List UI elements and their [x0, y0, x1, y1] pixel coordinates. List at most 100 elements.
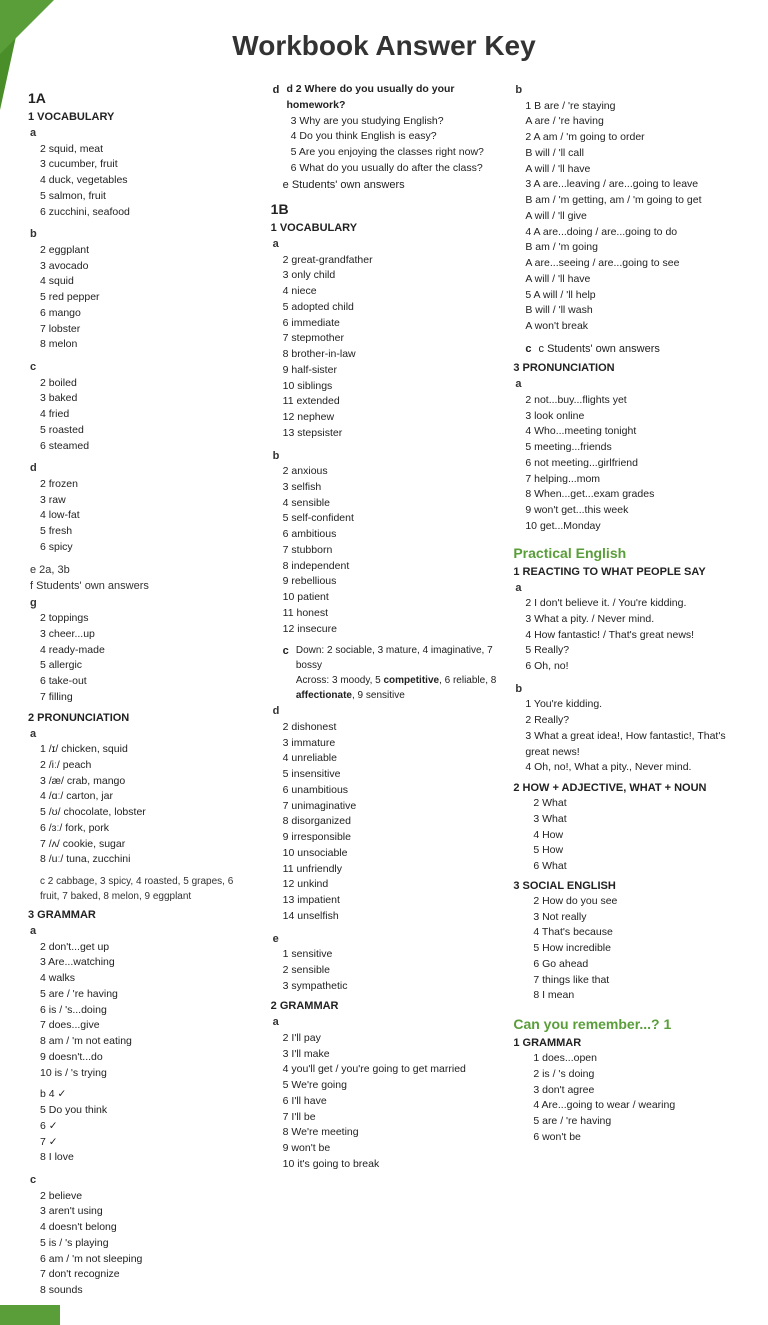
list-item: 6 What	[523, 859, 740, 875]
list-item: 2 sensible	[281, 963, 498, 979]
col2-grammar-a-list: 2 I'll pay3 I'll make4 you'll get / you'…	[271, 1031, 498, 1173]
list-item: 5 is / 's playing	[38, 1236, 255, 1252]
vocab-1b-c: c Down: 2 sociable, 3 mature, 4 imaginat…	[281, 643, 498, 703]
list-item: a	[513, 376, 740, 393]
list-item: 6 ambitious	[281, 527, 498, 543]
list-item: 5 are / 're having	[523, 1114, 740, 1130]
list-item: 3 A are...leaving / are...going to leave	[523, 177, 740, 193]
vocab-e: e 2a, 3b	[28, 562, 255, 579]
list-item: 6 unambitious	[281, 783, 498, 799]
list-item: A are / 're having	[523, 114, 740, 130]
list-item: 2 believe	[38, 1189, 255, 1205]
reacting-b-list: 1 You're kidding.2 Really?3 What a great…	[513, 697, 740, 776]
list-item: 12 nephew	[281, 410, 498, 426]
list-item: c	[28, 1172, 255, 1189]
list-item: 5 adopted child	[281, 300, 498, 316]
list-item: a	[271, 1014, 498, 1031]
list-item: 10 get...Monday	[523, 519, 740, 535]
list-item: 7 /ʌ/ cookie, sugar	[38, 837, 255, 853]
list-item: 2 is / 's doing	[523, 1067, 740, 1083]
list-item: 1 You're kidding.	[523, 697, 740, 713]
list-item: 14 unselfish	[281, 909, 498, 925]
list-item: b	[513, 681, 740, 698]
list-item: B am / 'm going	[523, 240, 740, 256]
list-item: 6 What do you usually do after the class…	[281, 161, 498, 177]
list-item: 5 meeting...friends	[523, 440, 740, 456]
list-item: 7 things like that	[523, 973, 740, 989]
column-2: d d 2 Where do you usually do your homew…	[263, 82, 506, 1305]
section-1a-header: 1A	[28, 90, 255, 106]
list-item: a	[28, 726, 255, 743]
list-item: 8 disorganized	[281, 814, 498, 830]
list-item: 4 Oh, no!, What a pity., Never mind.	[523, 760, 740, 776]
pronun-col3-a: a 2 not...buy...flights yet3 look online…	[513, 376, 740, 534]
list-item: 2 eggplant	[38, 243, 255, 259]
list-item: 4 Are...going to wear / wearing	[523, 1098, 740, 1114]
col2-d-header: d d 2 Where do you usually do your homew…	[271, 82, 498, 114]
list-item: 3 only child	[281, 268, 498, 284]
practical-english-header: Practical English	[513, 545, 740, 561]
list-item: 4 sensible	[281, 496, 498, 512]
list-item: 4 That's because	[523, 925, 740, 941]
list-item: 4 low-fat	[38, 508, 255, 524]
list-item: 11 unfriendly	[281, 862, 498, 878]
how-list: 2 What3 What4 How5 How6 What	[513, 796, 740, 875]
list-item: 7 stepmother	[281, 331, 498, 347]
list-item: B will / 'll wash	[523, 303, 740, 319]
reacting-header: 1 REACTING TO WHAT PEOPLE SAY	[513, 566, 740, 578]
list-item: 5 Do you think	[38, 1103, 255, 1119]
reacting-b: b 1 You're kidding.2 Really?3 What a gre…	[513, 681, 740, 776]
pronun-a-list: 1 /ɪ/ chicken, squid2 /iː/ peach3 /æ/ cr…	[28, 742, 255, 868]
vocab-1b-d: d 2 dishonest3 immature4 unreliable5 ins…	[271, 703, 498, 924]
list-item: b	[271, 448, 498, 465]
col2-vocab-b-list: 2 anxious3 selfish4 sensible5 self-confi…	[271, 464, 498, 637]
list-item: 2 boiled	[38, 376, 255, 392]
vocab-1b-b: b 2 anxious3 selfish4 sensible5 self-con…	[271, 448, 498, 638]
list-item: 1 does...open	[523, 1051, 740, 1067]
list-item: 3 I'll make	[281, 1047, 498, 1063]
grammar-1a-a: a 2 don't...get up3 Are...watching4 walk…	[28, 923, 255, 1081]
list-item: 6 take-out	[38, 674, 255, 690]
list-item: 9 doesn't...do	[38, 1050, 255, 1066]
col2-vocab-a-list: 2 great-grandfather3 only child4 niece5 …	[271, 253, 498, 442]
list-item: 4 fried	[38, 407, 255, 423]
list-item: 5 A will / 'll help	[523, 288, 740, 304]
list-item: 6 am / 'm not sleeping	[38, 1252, 255, 1268]
list-item: 5 insensitive	[281, 767, 498, 783]
list-item: 3 What	[523, 812, 740, 828]
list-item: 8 sounds	[38, 1283, 255, 1299]
list-item: 3 immature	[281, 736, 498, 752]
list-item: 2 Really?	[523, 713, 740, 729]
list-item: b 4 ✓	[38, 1087, 255, 1103]
list-item: 6 steamed	[38, 439, 255, 455]
list-item: 3 cheer...up	[38, 627, 255, 643]
col3-grammar-b-list: 1 B are / 're stayingA are / 're having2…	[513, 99, 740, 335]
list-item: 10 it's going to break	[281, 1157, 498, 1173]
list-item: 2 dishonest	[281, 720, 498, 736]
list-item: 7 does...give	[38, 1018, 255, 1034]
list-item: c	[28, 359, 255, 376]
list-item: 4 A are...doing / are...going to do	[523, 225, 740, 241]
list-item: 3 /æ/ crab, mango	[38, 774, 255, 790]
list-item: 3 What a great idea!, How fantastic!, Th…	[523, 729, 740, 761]
list-item: A will / 'll have	[523, 162, 740, 178]
list-item: 8 I love	[38, 1150, 255, 1166]
col2-vocab-e-list: 1 sensitive2 sensible3 sympathetic	[271, 947, 498, 994]
list-item: A won't break	[523, 319, 740, 335]
list-item: 5 How	[523, 843, 740, 859]
list-item: 7 lobster	[38, 322, 255, 338]
list-item: 3 don't agree	[523, 1083, 740, 1099]
list-item: 6 mango	[38, 306, 255, 322]
list-item: 11 extended	[281, 394, 498, 410]
vocab-1a-a: a 2 squid, meat3 cucumber, fruit4 duck, …	[28, 125, 255, 220]
list-item: 7 ✓	[38, 1135, 255, 1151]
list-item: 6 immediate	[281, 316, 498, 332]
list-item: 12 unkind	[281, 877, 498, 893]
list-item: 12 insecure	[281, 622, 498, 638]
list-item: A will / 'll have	[523, 272, 740, 288]
col2-e: e Students' own answers	[281, 177, 498, 194]
column-3: b 1 B are / 're stayingA are / 're havin…	[505, 82, 748, 1305]
reacting-a: a 2 I don't believe it. / You're kidding…	[513, 580, 740, 675]
list-item: 4 duck, vegetables	[38, 173, 255, 189]
grammar-a-list: 2 don't...get up3 Are...watching4 walks5…	[28, 940, 255, 1082]
